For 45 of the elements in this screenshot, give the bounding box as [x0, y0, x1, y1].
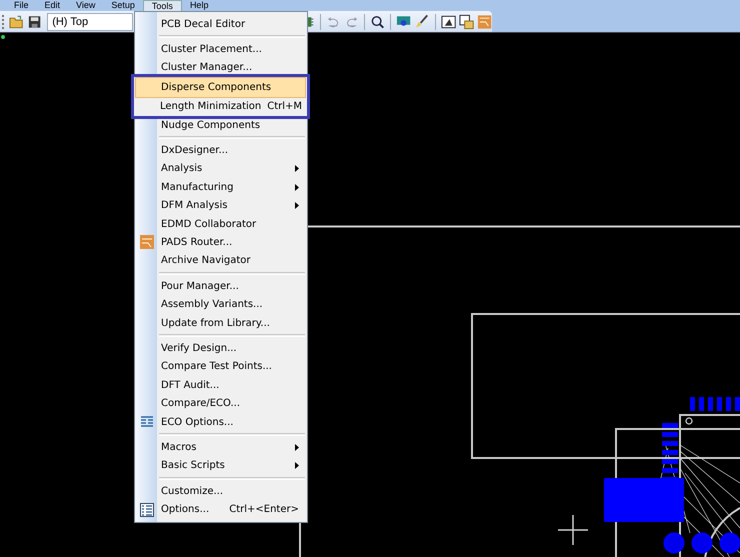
save-icon[interactable]	[27, 14, 42, 30]
menu-item[interactable]: Pour Manager...	[137, 277, 305, 296]
menu-item[interactable]: Disperse Components	[135, 77, 306, 98]
menu-item[interactable]: DFT Audit...	[137, 376, 305, 394]
menu-bar-item[interactable]: Help	[182, 0, 216, 11]
list-columns-icon	[140, 415, 154, 429]
menu-item[interactable]: Compare Test Points...	[137, 358, 305, 376]
menu-item[interactable]: Assembly Variants...	[137, 295, 305, 314]
open-folder-icon[interactable]	[8, 14, 24, 30]
layer-select[interactable]: (H) Top	[47, 12, 133, 30]
window-icon[interactable]	[440, 14, 456, 30]
menu-item[interactable]: Customize...	[137, 482, 305, 500]
menu-item[interactable]: Verify Design...	[137, 339, 305, 358]
menu-item[interactable]: Manufacturing	[137, 178, 305, 197]
origin-dot	[1, 35, 5, 39]
menu-item[interactable]: Compare/ECO...	[137, 394, 305, 413]
menu-item[interactable]: Macros	[137, 438, 305, 457]
menu-bar-item[interactable]: Tools	[142, 0, 182, 11]
menu-bar-item[interactable]: Setup	[103, 0, 143, 11]
menu-item[interactable]: Analysis	[137, 160, 305, 178]
menu-bar-item[interactable]: File	[6, 0, 37, 11]
pin-one-marker	[685, 417, 693, 425]
menu-item[interactable]: Length Minimization Ctrl+M	[136, 98, 305, 116]
menu-item[interactable]: DFM Analysis	[137, 196, 305, 215]
menu-item[interactable]: Archive Navigator	[137, 252, 305, 270]
menu-bar-item[interactable]: View	[68, 0, 104, 11]
menu-item[interactable]: Nudge Components	[137, 116, 305, 134]
search-icon[interactable]	[370, 14, 386, 30]
menu-item[interactable]: Cluster Placement...	[137, 40, 305, 59]
brush-icon[interactable]	[414, 14, 430, 30]
menu-item[interactable]: DxDesigner...	[137, 141, 305, 160]
menu-item[interactable]: Update from Library...	[137, 314, 305, 332]
menu-item[interactable]: ECO Options...	[137, 412, 305, 432]
router-icon	[140, 235, 154, 250]
crosshair-cursor	[557, 514, 589, 546]
menu-item[interactable]: Options... Ctrl+<Enter>	[137, 500, 305, 519]
menu-item[interactable]: PCB Decal Editor	[137, 15, 305, 34]
menu-bar-item[interactable]: Edit	[36, 0, 68, 11]
menu-item[interactable]: Cluster Manager...	[137, 58, 305, 78]
menu-item[interactable]: PADS Router...	[137, 233, 305, 252]
arc-outline	[704, 507, 740, 557]
windows-icon[interactable]	[458, 14, 474, 30]
menu-item[interactable]: Basic Scripts	[137, 456, 305, 475]
list-icon	[140, 502, 154, 517]
menu-item[interactable]: EDMD Collaborator	[137, 214, 305, 234]
